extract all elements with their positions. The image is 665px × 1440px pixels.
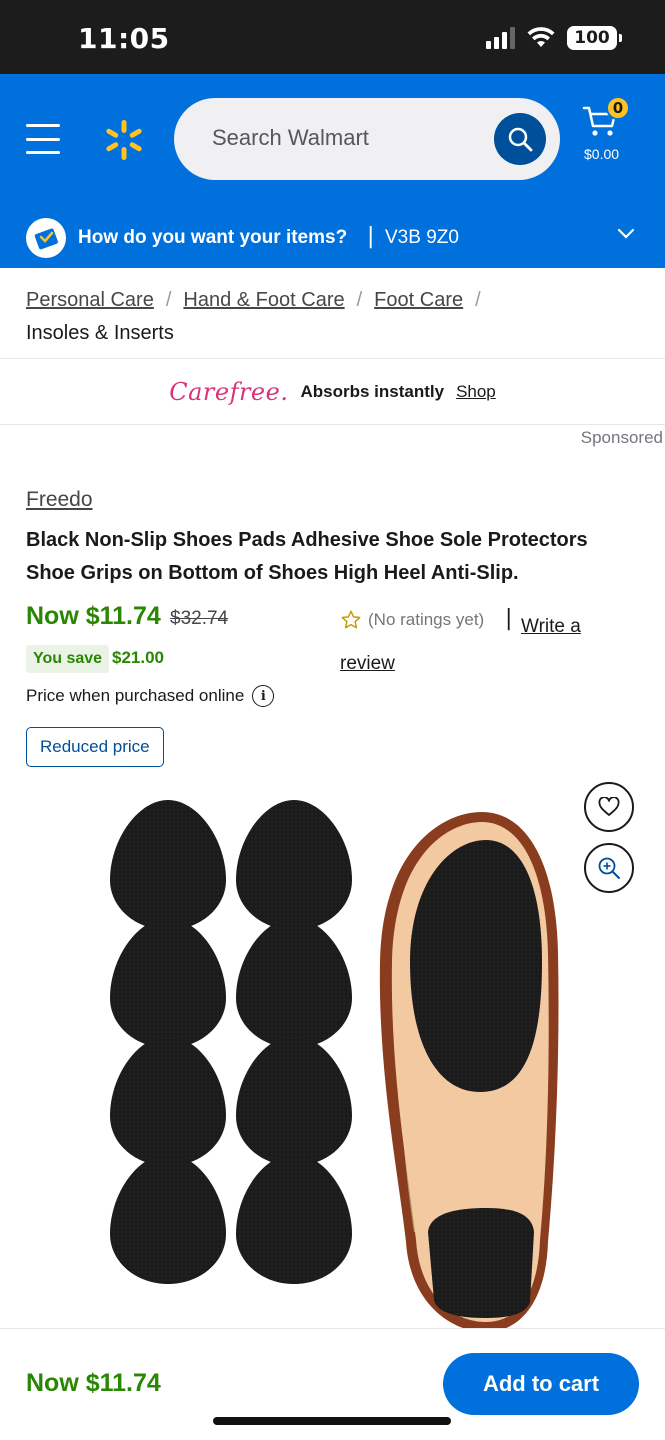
status-bar: 11:05 100 [0,0,665,74]
battery-icon: 100 [567,26,622,50]
ad-brand-logo: Carefree. [169,378,289,406]
breadcrumb-separator: / [165,289,172,311]
sponsored-label: Sponsored [580,428,663,447]
search-placeholder: Search Walmart [212,125,369,150]
price-note-text: Price when purchased online [26,686,245,705]
current-price: Now $11.74 [26,602,161,630]
info-icon[interactable]: i [252,685,275,707]
wifi-icon [527,27,555,47]
sponsored-ad-banner[interactable]: Carefree. Absorbs instantly Shop [0,360,665,424]
breadcrumb-separator: / [356,289,363,311]
status-time: 11:05 [78,22,170,55]
heart-icon [598,797,620,816]
delivery-icon [26,218,66,258]
search-input[interactable]: Search Walmart [174,98,560,180]
favorite-button[interactable] [584,782,634,832]
search-button[interactable] [494,113,546,165]
write-review-link[interactable]: Write a review [340,608,610,682]
original-price: $32.74 [170,608,229,629]
cart-total: $0.00 [584,146,620,162]
breadcrumb-hand-foot-care[interactable]: Hand & Foot Care [183,289,344,311]
search-icon [508,127,533,152]
write-review-label[interactable]: Write a review [340,616,581,674]
divider [0,358,665,359]
cart-button[interactable]: 0 $0.00 [582,96,634,166]
spark-logo-icon[interactable] [102,118,146,162]
breadcrumb: Personal Care / Hand & Foot Care / Foot Care… [26,284,646,350]
breadcrumb-foot-care[interactable]: Foot Care [374,289,463,311]
delivery-question: How do you want your items? [78,227,348,248]
delivery-selector[interactable]: How do you want your items? | V3B 9Z0 [0,206,665,268]
zoom-button[interactable] [584,843,634,893]
ad-shop-link[interactable]: Shop [456,382,496,402]
zoom-icon [598,857,620,879]
product-image[interactable] [100,792,560,1332]
divider [0,424,665,425]
bottom-price: Now $11.74 [26,1369,161,1397]
brand-link[interactable]: Freedo [26,488,93,512]
status-icons: 100 [486,26,622,50]
save-amount: $21.00 [112,648,164,667]
home-indicator[interactable] [213,1417,451,1425]
cart-count-badge: 0 [606,96,630,120]
add-to-cart-button[interactable]: Add to cart [443,1353,639,1415]
delivery-separator: | [367,224,375,249]
reduced-price-badge: Reduced price [26,727,164,767]
signal-icon [486,27,515,49]
breadcrumb-separator: / [475,289,481,311]
product-title: Black Non-Slip Shoes Pads Adhesive Shoe … [26,529,588,584]
menu-icon[interactable] [26,124,60,154]
delivery-postal-code: V3B 9Z0 [385,227,459,248]
header: Search Walmart 0 $0.00 [0,74,665,206]
breadcrumb-personal-care[interactable]: Personal Care [26,289,154,311]
price-note: Price when purchased online i [26,685,275,707]
chevron-down-icon [617,228,635,239]
breadcrumb-current: Insoles & Inserts [26,322,174,344]
ad-text: Absorbs instantly [300,382,445,401]
you-save-badge: You save [26,645,110,673]
